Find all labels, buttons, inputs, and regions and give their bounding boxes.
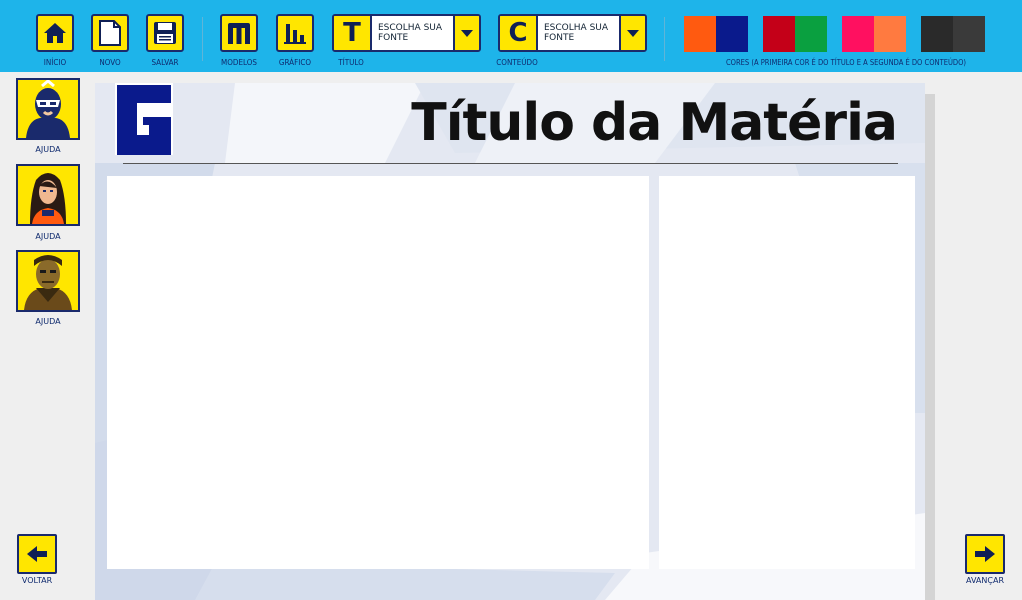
colors-label: CORES (A PRIMEIRA COR É DO TÍTULO E A SE…	[725, 58, 967, 67]
floppy-disk-icon	[154, 22, 176, 44]
home-button[interactable]	[36, 14, 74, 52]
color-pair-3-first	[842, 16, 874, 52]
title-font-value: ESCOLHA SUA FONTE	[378, 23, 443, 43]
title-font-dropdown-toggle[interactable]	[453, 16, 479, 50]
back-label: VOLTAR	[21, 576, 53, 585]
home-icon	[44, 23, 66, 43]
chart-button[interactable]	[276, 14, 314, 52]
title-font-letter: T	[334, 16, 372, 50]
title-rule	[123, 163, 898, 164]
back-button[interactable]	[17, 534, 57, 574]
save-button[interactable]	[146, 14, 184, 52]
new-document-icon	[99, 20, 121, 46]
color-pair-3-second	[874, 16, 906, 52]
hero-avatar-icon	[18, 80, 78, 138]
arrow-left-icon	[27, 546, 47, 562]
bar-chart-icon	[284, 24, 306, 44]
help-label-3: AJUDA	[35, 317, 61, 326]
content-font-select[interactable]: C ESCOLHA SUA FONTE	[498, 14, 647, 52]
content-font-label: CONTEÚDO	[496, 58, 538, 67]
page-canvas: Título da Matéria	[95, 83, 925, 600]
color-pair-1[interactable]	[684, 16, 748, 52]
help-label-1: AJUDA	[35, 145, 61, 154]
content-column-left[interactable]	[107, 176, 649, 569]
color-pair-2-second	[795, 16, 827, 52]
help-avatar-3[interactable]	[16, 250, 80, 312]
title-font-label: TÍTULO	[338, 58, 364, 67]
models-button[interactable]	[220, 14, 258, 52]
next-button[interactable]	[965, 534, 1005, 574]
color-pair-4-second	[953, 16, 985, 52]
help-avatar-1[interactable]	[16, 78, 80, 140]
color-pair-3[interactable]	[842, 16, 906, 52]
color-pair-2[interactable]	[763, 16, 827, 52]
magazine-logo-icon	[115, 83, 173, 155]
content-font-value: ESCOLHA SUA FONTE	[544, 23, 609, 43]
toolbar-divider	[202, 17, 203, 61]
new-label: NOVO	[99, 58, 121, 67]
color-pair-2-first	[763, 16, 795, 52]
chart-label: GRÁFICO	[278, 58, 312, 67]
save-label: SALVAR	[151, 58, 179, 67]
color-pair-1-first	[684, 16, 716, 52]
content-font-dropdown-toggle[interactable]	[619, 16, 645, 50]
models-m-icon	[228, 23, 250, 44]
top-toolbar: INÍCIO NOVO SALVAR MODELOS GRÁFICO T ESC…	[0, 0, 1022, 72]
models-label: MODELOS	[221, 58, 257, 67]
help-avatar-2[interactable]	[16, 164, 80, 226]
caret-down-icon	[461, 30, 473, 37]
help-label-2: AJUDA	[35, 232, 61, 241]
content-column-right[interactable]	[659, 176, 915, 569]
color-pair-4[interactable]	[921, 16, 985, 52]
next-label: AVANÇAR	[966, 576, 1004, 585]
arrow-right-icon	[975, 546, 995, 562]
caret-down-icon	[627, 30, 639, 37]
logo-box	[115, 83, 173, 155]
toolbar-divider	[664, 17, 665, 61]
color-pair-4-first	[921, 16, 953, 52]
title-font-select[interactable]: T ESCOLHA SUA FONTE	[332, 14, 481, 52]
page-title[interactable]: Título da Matéria	[411, 93, 898, 153]
heroine-avatar-icon	[18, 166, 78, 224]
color-pair-1-second	[716, 16, 748, 52]
villain-avatar-icon	[18, 252, 78, 310]
page-shadow	[925, 94, 935, 600]
home-label: INÍCIO	[43, 58, 67, 67]
content-font-letter: C	[500, 16, 538, 50]
new-button[interactable]	[91, 14, 129, 52]
